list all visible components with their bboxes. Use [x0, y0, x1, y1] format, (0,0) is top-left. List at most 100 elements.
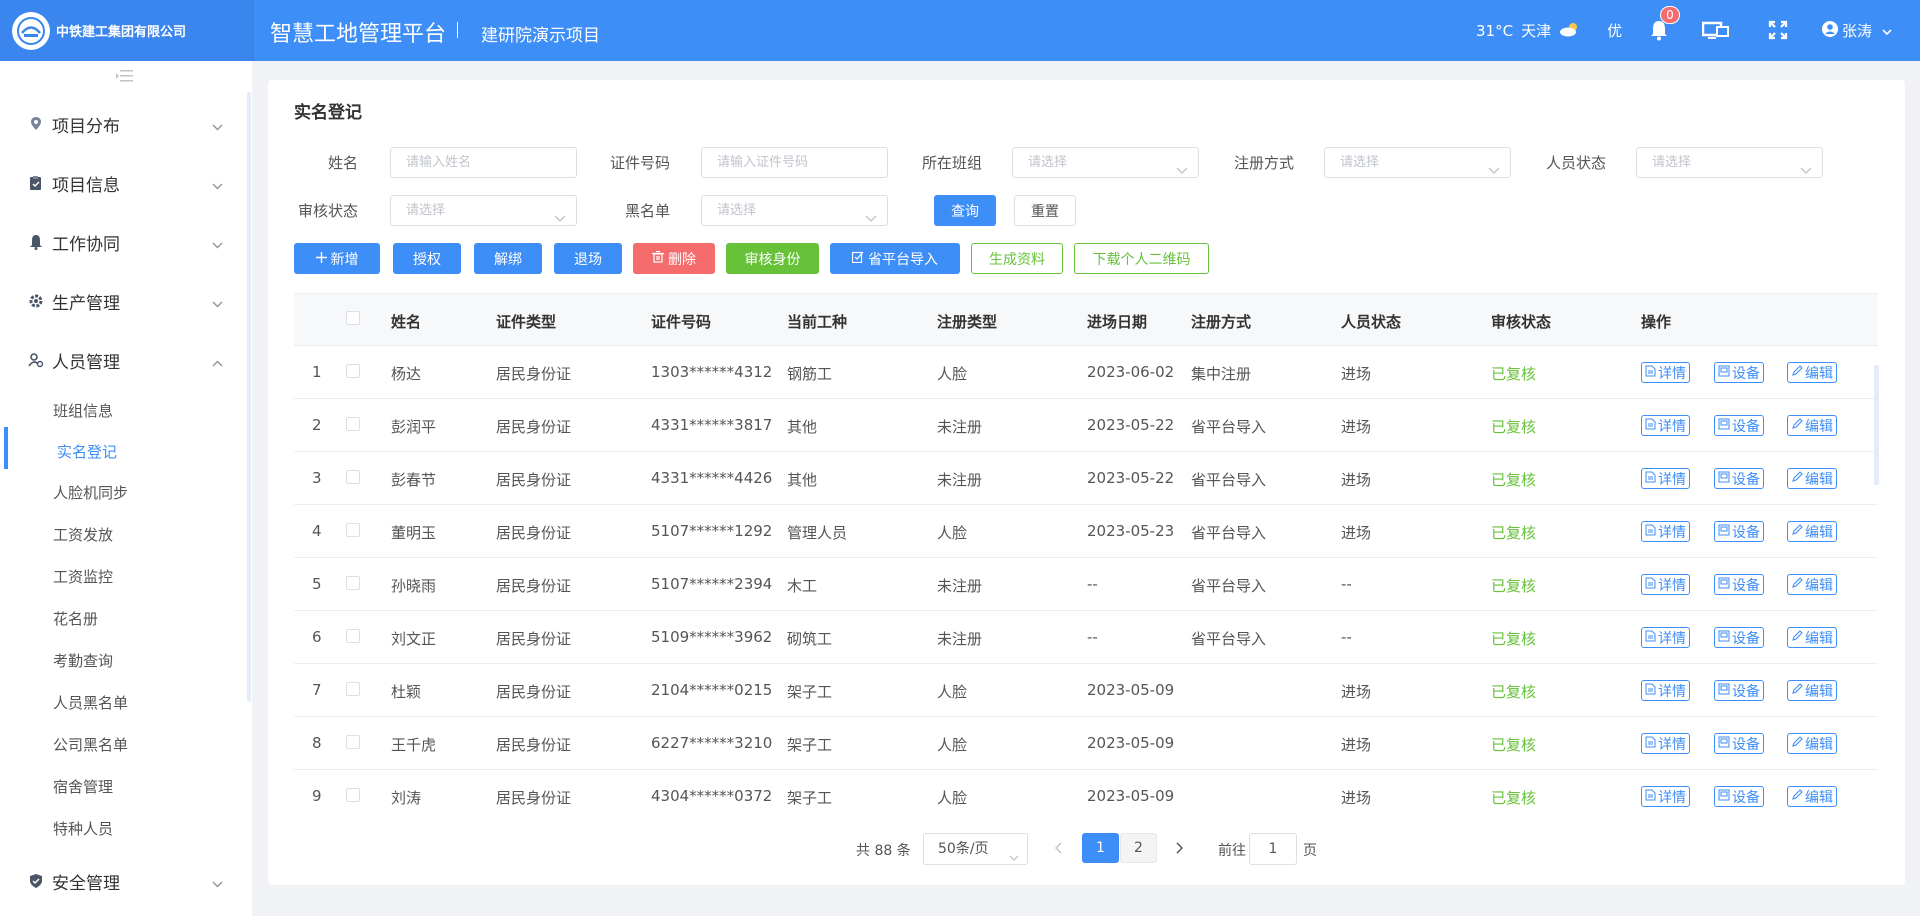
sidebar-item-collaboration[interactable]: 工作协同 [0, 222, 247, 262]
team-filter-select[interactable]: 请选择 [1012, 147, 1199, 178]
device-button[interactable]: 设备 [1714, 733, 1764, 754]
table-row[interactable]: 9 刘涛 居民身份证 4304******0372 架子工 人脸 2023-05-09 进场 已… [294, 770, 1878, 815]
fullscreen-icon[interactable] [1764, 16, 1792, 44]
row-checkbox[interactable] [346, 629, 360, 643]
device-button[interactable]: 设备 [1714, 468, 1764, 489]
row-checkbox[interactable] [346, 735, 360, 749]
row-checkbox[interactable] [346, 364, 360, 378]
detail-button[interactable]: 详情 [1641, 574, 1690, 595]
detail-button[interactable]: 详情 [1641, 521, 1690, 542]
provincial-import-button[interactable]: 省平台导入 [830, 243, 960, 274]
add-button[interactable]: 新增 [294, 243, 380, 274]
sidebar-subitem-face-sync[interactable]: 人脸机同步 [0, 476, 247, 510]
exit-site-button[interactable]: 退场 [554, 243, 622, 274]
col-reg-method[interactable]: 注册方式 [1191, 311, 1251, 332]
detail-button[interactable]: 详情 [1641, 415, 1690, 436]
blacklist-filter-select[interactable]: 请选择 [701, 195, 888, 226]
table-row[interactable]: 1 杨达 居民身份证 1303******4312 钢筋工 人脸 2023-06-02 集中注… [294, 346, 1878, 399]
sidebar-subitem-special-workers[interactable]: 特种人员 [0, 812, 247, 846]
page-2-button[interactable]: 2 [1120, 833, 1157, 863]
col-job[interactable]: 当前工种 [787, 311, 847, 332]
audit-identity-button[interactable]: 审核身份 [726, 243, 819, 274]
table-row[interactable]: 2 彭润平 居民身份证 4331******3817 其他 未注册 2023-05-22 省平… [294, 399, 1878, 452]
device-button[interactable]: 设备 [1714, 680, 1764, 701]
col-id-type[interactable]: 证件类型 [496, 311, 556, 332]
status-filter-select[interactable]: 请选择 [1636, 147, 1823, 178]
row-checkbox[interactable] [346, 417, 360, 431]
row-checkbox[interactable] [346, 576, 360, 590]
sidebar-subitem-roster[interactable]: 花名册 [0, 602, 247, 636]
detail-button[interactable]: 详情 [1641, 627, 1690, 648]
row-checkbox[interactable] [346, 523, 360, 537]
edit-button[interactable]: 编辑 [1787, 468, 1837, 489]
col-reg-type[interactable]: 注册类型 [937, 311, 997, 332]
sidebar-item-project-distribution[interactable]: 项目分布 [0, 104, 247, 144]
sidebar-subitem-wage-payment[interactable]: 工资发放 [0, 518, 247, 552]
edit-button[interactable]: 编辑 [1787, 627, 1837, 648]
page-size-select[interactable]: 50条/页 [923, 833, 1028, 865]
reg-filter-select[interactable]: 请选择 [1324, 147, 1511, 178]
audit-filter-select[interactable]: 请选择 [390, 195, 577, 226]
table-row[interactable]: 3 彭春节 居民身份证 4331******4426 其他 未注册 2023-05-22 省平… [294, 452, 1878, 505]
row-checkbox[interactable] [346, 470, 360, 484]
name-filter-input[interactable]: 请输入姓名 [390, 147, 577, 178]
row-checkbox[interactable] [346, 788, 360, 802]
sidebar-scrollbar[interactable] [247, 92, 251, 702]
collapse-menu-icon[interactable] [116, 69, 134, 87]
sidebar-subitem-dormitory[interactable]: 宿舍管理 [0, 770, 247, 804]
reset-button[interactable]: 重置 [1014, 195, 1076, 226]
device-button[interactable]: 设备 [1714, 521, 1764, 542]
table-row[interactable]: 7 杜颖 居民身份证 2104******0215 架子工 人脸 2023-05-09 进场 已… [294, 664, 1878, 717]
device-button[interactable]: 设备 [1714, 362, 1764, 383]
query-button[interactable]: 查询 [934, 195, 996, 226]
sidebar-subitem-team-info[interactable]: 班组信息 [0, 394, 247, 428]
col-audit[interactable]: 审核状态 [1491, 311, 1551, 332]
delete-button[interactable]: 删除 [633, 243, 715, 274]
user-menu[interactable]: 张涛 [1822, 20, 1892, 41]
goto-page-input[interactable]: 1 [1249, 833, 1297, 865]
generate-docs-button[interactable]: 生成资料 [971, 243, 1063, 274]
table-row[interactable]: 5 孙晓雨 居民身份证 5107******2394 木工 未注册 -- 省平台导入 -- 已复核… [294, 558, 1878, 611]
device-button[interactable]: 设备 [1714, 415, 1764, 436]
col-status[interactable]: 人员状态 [1341, 311, 1401, 332]
download-qr-button[interactable]: 下载个人二维码 [1074, 243, 1209, 274]
monitor-icon[interactable] [1702, 16, 1730, 44]
sidebar-item-personnel[interactable]: 人员管理 [0, 340, 247, 380]
detail-button[interactable]: 详情 [1641, 680, 1690, 701]
col-entry-date[interactable]: 进场日期 [1087, 311, 1147, 332]
edit-button[interactable]: 编辑 [1787, 574, 1837, 595]
table-row[interactable]: 8 王千虎 居民身份证 6227******3210 架子工 人脸 2023-05-09 进场… [294, 717, 1878, 770]
col-id-no[interactable]: 证件号码 [651, 311, 711, 332]
device-button[interactable]: 设备 [1714, 786, 1764, 807]
sidebar-item-project-info[interactable]: 项目信息 [0, 163, 247, 203]
edit-button[interactable]: 编辑 [1787, 521, 1837, 542]
device-button[interactable]: 设备 [1714, 574, 1764, 595]
detail-button[interactable]: 详情 [1641, 362, 1690, 383]
detail-button[interactable]: 详情 [1641, 733, 1690, 754]
sidebar-subitem-real-name[interactable]: 实名登记 [0, 435, 247, 469]
prev-page-icon[interactable] [1054, 840, 1063, 858]
row-checkbox[interactable] [346, 682, 360, 696]
sidebar-subitem-wage-monitor[interactable]: 工资监控 [0, 560, 247, 594]
device-button[interactable]: 设备 [1714, 627, 1764, 648]
sidebar-subitem-person-blacklist[interactable]: 人员黑名单 [0, 686, 247, 720]
edit-button[interactable]: 编辑 [1787, 415, 1837, 436]
edit-button[interactable]: 编辑 [1787, 680, 1837, 701]
id-filter-input[interactable]: 请输入证件号码 [701, 147, 888, 178]
sidebar-subitem-attendance[interactable]: 考勤查询 [0, 644, 247, 678]
table-row[interactable]: 4 董明玉 居民身份证 5107******1292 管理人员 人脸 2023-05-23 省… [294, 505, 1878, 558]
logo-area[interactable]: 中铁建工集团有限公司 [0, 0, 252, 61]
project-selector[interactable]: 建研院演示项目 [481, 21, 600, 46]
select-all-checkbox[interactable] [346, 311, 360, 325]
edit-button[interactable]: 编辑 [1787, 362, 1837, 383]
next-page-icon[interactable] [1175, 840, 1184, 858]
authorize-button[interactable]: 授权 [393, 243, 461, 274]
sidebar-item-production[interactable]: 生产管理 [0, 281, 247, 321]
unbind-button[interactable]: 解绑 [474, 243, 542, 274]
col-name[interactable]: 姓名 [391, 311, 421, 332]
detail-button[interactable]: 详情 [1641, 786, 1690, 807]
edit-button[interactable]: 编辑 [1787, 733, 1837, 754]
sidebar-item-safety[interactable]: 安全管理 [0, 861, 247, 901]
sidebar-subitem-company-blacklist[interactable]: 公司黑名单 [0, 728, 247, 762]
edit-button[interactable]: 编辑 [1787, 786, 1837, 807]
